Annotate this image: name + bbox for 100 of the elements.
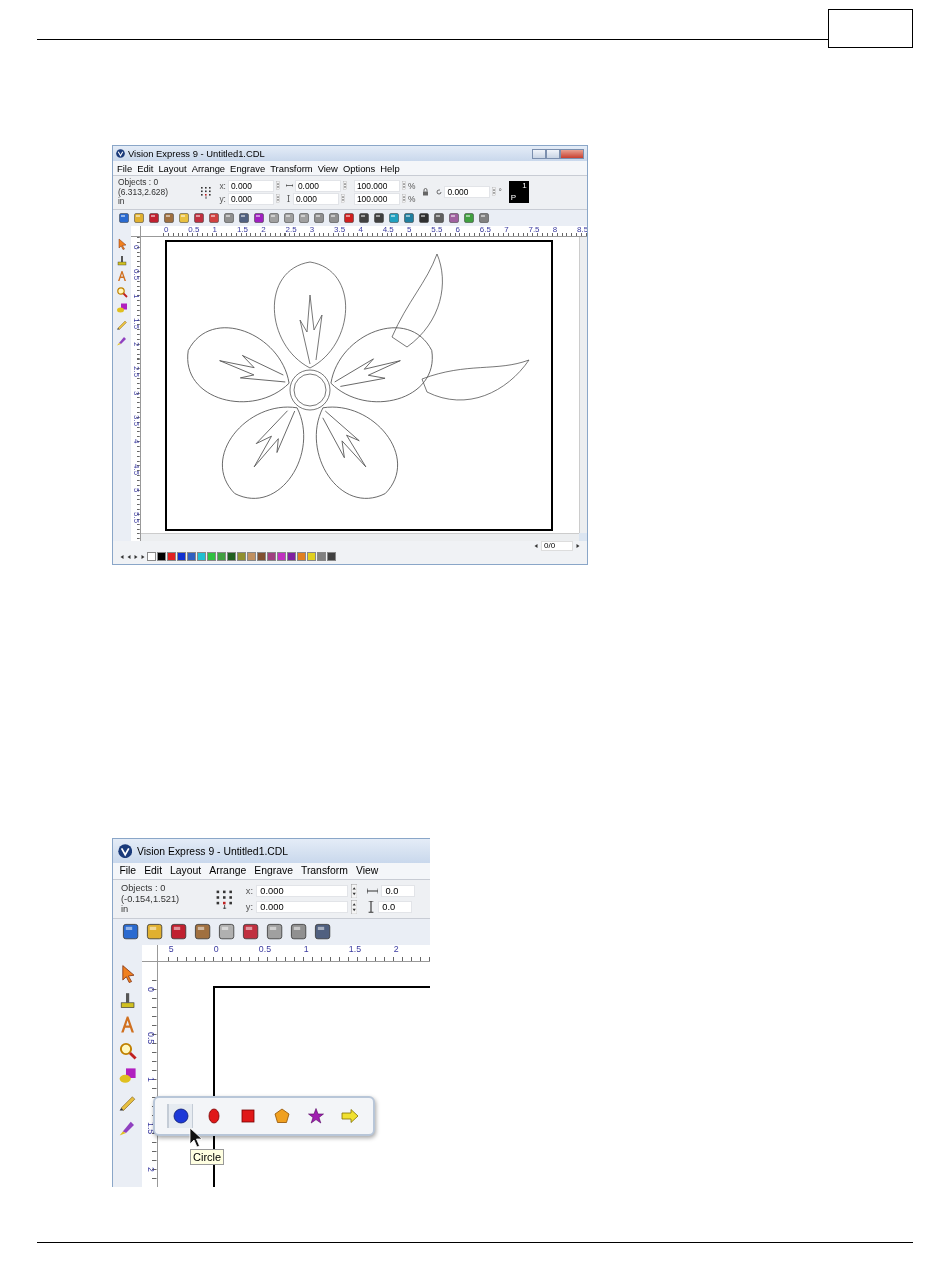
ruler-label: 2 bbox=[146, 1167, 156, 1173]
tool-icon[interactable] bbox=[343, 211, 355, 224]
menu-item[interactable]: Edit bbox=[137, 162, 154, 174]
maximize-button[interactable] bbox=[546, 148, 560, 159]
color-swatch[interactable] bbox=[147, 552, 156, 561]
tool-icon[interactable] bbox=[216, 922, 237, 942]
tool-icon[interactable] bbox=[193, 211, 205, 224]
color-swatch[interactable] bbox=[247, 552, 256, 561]
menu-item[interactable]: Layout bbox=[170, 865, 202, 877]
number-field[interactable]: 0.000 bbox=[227, 180, 274, 192]
menu-item[interactable]: Transform bbox=[270, 162, 313, 174]
menu-item[interactable]: File bbox=[119, 865, 137, 877]
color-swatch[interactable] bbox=[267, 552, 276, 561]
star-shape-icon bbox=[307, 1107, 325, 1125]
window-title: Vision Express 9 - Untitled1.CDL bbox=[137, 845, 289, 857]
width-arrows-icon bbox=[285, 183, 293, 189]
stamp-icon[interactable] bbox=[116, 253, 128, 266]
color-swatch[interactable] bbox=[297, 552, 306, 561]
tool-icon[interactable] bbox=[253, 211, 265, 224]
tool-icon[interactable] bbox=[192, 922, 213, 942]
menu-item[interactable]: Options bbox=[342, 162, 376, 174]
number-field[interactable]: 0.000 bbox=[444, 186, 491, 198]
close-button[interactable] bbox=[560, 148, 584, 159]
tool-icon[interactable] bbox=[121, 922, 141, 942]
menu-item[interactable]: Help bbox=[380, 162, 400, 174]
tool-icon[interactable] bbox=[145, 922, 165, 942]
minimize-button[interactable] bbox=[532, 148, 546, 159]
tool-icon[interactable] bbox=[240, 922, 261, 942]
pentagon-shape-icon bbox=[273, 1107, 291, 1125]
menu-item[interactable]: Engrave bbox=[254, 865, 293, 877]
arrow-pointer-icon[interactable] bbox=[116, 237, 128, 250]
menu-item[interactable]: View bbox=[317, 162, 338, 174]
circle-shape-icon bbox=[171, 1107, 190, 1125]
menu-item[interactable]: File bbox=[117, 162, 133, 174]
color-swatch[interactable] bbox=[167, 552, 176, 561]
color-swatch[interactable] bbox=[187, 552, 196, 561]
number-field[interactable]: 100.000 bbox=[353, 180, 400, 192]
menu-item[interactable]: Engrave bbox=[230, 162, 266, 174]
page-left-icon[interactable] bbox=[533, 543, 539, 549]
ruler-label: 0 bbox=[146, 987, 156, 993]
shapes-icon[interactable] bbox=[116, 301, 128, 314]
ruler-label: 2 bbox=[393, 944, 399, 954]
color-swatch[interactable] bbox=[227, 552, 236, 561]
ruler-label: 5 bbox=[168, 944, 174, 954]
menu-item[interactable]: Arrange bbox=[209, 865, 247, 877]
color-swatch[interactable] bbox=[237, 552, 246, 561]
horizontal-scrollbar[interactable] bbox=[141, 533, 579, 541]
number-field[interactable]: 0.000 bbox=[227, 193, 274, 205]
tool-icon[interactable] bbox=[418, 211, 430, 224]
page-right-icon[interactable] bbox=[575, 543, 581, 549]
number-field[interactable]: 100.000 bbox=[353, 193, 400, 205]
color-swatch[interactable] bbox=[217, 552, 226, 561]
menu-item[interactable]: Arrange bbox=[191, 162, 226, 174]
magnifier-icon[interactable] bbox=[116, 285, 128, 298]
color-swatch[interactable] bbox=[307, 552, 316, 561]
shape-button[interactable] bbox=[167, 1104, 193, 1128]
menu-item[interactable]: Layout bbox=[158, 162, 187, 174]
number-field[interactable]: 0.000 bbox=[292, 193, 339, 205]
magnifier-icon[interactable] bbox=[117, 1040, 137, 1060]
menu-item[interactable]: View bbox=[355, 865, 379, 877]
color-swatch[interactable] bbox=[257, 552, 266, 561]
tool-icon[interactable] bbox=[168, 922, 189, 942]
menu-item[interactable]: Edit bbox=[144, 865, 163, 877]
anchor-grid-icon[interactable] bbox=[215, 888, 235, 910]
tool-icon[interactable] bbox=[148, 211, 160, 224]
shapes-icon[interactable] bbox=[117, 1066, 137, 1086]
spinner-arrows-icon[interactable] bbox=[350, 883, 358, 899]
tool-icon[interactable] bbox=[433, 211, 445, 224]
app-logo-icon bbox=[117, 843, 133, 859]
vertical-scrollbar[interactable] bbox=[579, 236, 587, 533]
tool-icon[interactable] bbox=[312, 922, 333, 942]
color-swatch[interactable] bbox=[177, 552, 186, 561]
field-label: x: bbox=[245, 885, 253, 896]
tool-icon[interactable] bbox=[118, 211, 130, 224]
spinner-arrows-icon[interactable] bbox=[350, 899, 358, 915]
tool-icon[interactable] bbox=[288, 922, 309, 942]
tool-icon[interactable] bbox=[264, 922, 285, 942]
tool-icon[interactable] bbox=[358, 211, 370, 224]
color-swatch[interactable] bbox=[327, 552, 336, 561]
color-swatch[interactable] bbox=[287, 552, 296, 561]
tool-icon[interactable] bbox=[238, 211, 250, 224]
tool-icon[interactable] bbox=[373, 211, 385, 224]
color-swatch[interactable] bbox=[317, 552, 326, 561]
window-title: Vision Express 9 - Untitled1.CDL bbox=[128, 148, 265, 159]
color-swatch[interactable] bbox=[197, 552, 206, 561]
color-swatch[interactable] bbox=[277, 552, 286, 561]
preview-mark: 1 bbox=[522, 182, 527, 191]
number-field[interactable]: 0.000 bbox=[294, 180, 341, 192]
anchor-grid-icon[interactable] bbox=[200, 186, 213, 199]
height-arrows-icon bbox=[366, 901, 375, 913]
tool-icon[interactable] bbox=[208, 211, 220, 224]
lock-icon[interactable] bbox=[422, 188, 430, 197]
number-field[interactable]: 0.000 bbox=[256, 884, 348, 897]
color-swatch[interactable] bbox=[157, 552, 166, 561]
number-field[interactable]: 0.0 bbox=[378, 900, 413, 913]
color-swatch[interactable] bbox=[207, 552, 216, 561]
number-field[interactable]: 0.0 bbox=[381, 884, 416, 897]
letter-a-icon[interactable] bbox=[116, 269, 128, 282]
number-field[interactable]: 0.000 bbox=[256, 900, 348, 913]
menu-item[interactable]: Transform bbox=[300, 865, 348, 877]
